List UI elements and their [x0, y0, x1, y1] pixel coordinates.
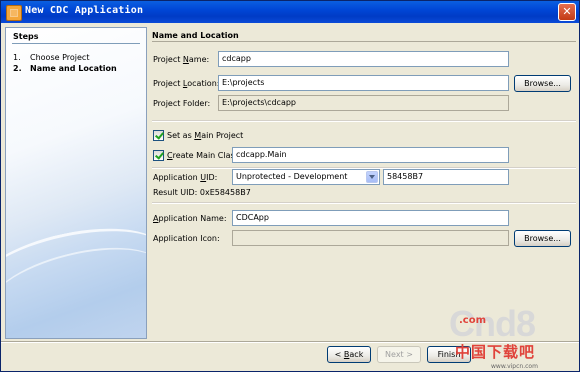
divider: [152, 202, 576, 204]
app-icon: [6, 5, 22, 21]
project-name-field[interactable]: cdcapp: [218, 51, 509, 67]
project-location-label: Project Location:: [153, 79, 220, 88]
application-uid-label: Application UID:: [153, 173, 218, 182]
create-main-class-label: Create Main Class: [167, 151, 239, 160]
application-uid-select[interactable]: Unprotected - Development: [232, 169, 380, 185]
main-class-field[interactable]: cdcapp.Main: [232, 147, 509, 163]
next-button[interactable]: Next >: [377, 346, 421, 363]
project-name-label: Project Name:: [153, 55, 210, 64]
section-title: Name and Location: [152, 31, 239, 40]
back-button[interactable]: < Back: [327, 346, 371, 363]
watermark-url: www.vipcn.com: [491, 363, 538, 370]
content-panel: Name and Location Project Name: cdcapp P…: [148, 27, 577, 339]
application-name-field[interactable]: CDCApp: [232, 210, 509, 226]
step-name-and-location: 2. Name and Location: [13, 64, 117, 73]
set-main-project-checkbox[interactable]: [153, 130, 164, 141]
steps-divider: [12, 43, 140, 44]
result-uid-text: Result UID: 0xE58458B7: [153, 188, 251, 197]
create-main-class-checkbox[interactable]: [153, 150, 164, 161]
watermark-com: .com: [459, 315, 487, 326]
title-bar[interactable]: New CDC Application ✕: [1, 1, 579, 23]
steps-panel: Steps 1. Choose Project 2. Name and Locati…: [5, 27, 147, 339]
watermark-logo: Cnd8 .com 中国下载吧 www.vipcn.com: [449, 301, 577, 371]
chevron-down-icon[interactable]: [366, 171, 378, 183]
browse-location-button[interactable]: Browse...: [514, 75, 571, 92]
section-divider: [152, 41, 576, 42]
steps-title: Steps: [13, 32, 39, 41]
project-location-field[interactable]: E:\projects: [218, 75, 509, 91]
watermark-cn: 中国下载吧: [455, 343, 536, 361]
divider: [152, 120, 576, 122]
step-label: Choose Project: [30, 53, 90, 62]
selected-value: Unprotected - Development: [236, 172, 348, 181]
project-folder-field: E:\projects\cdcapp: [218, 95, 509, 111]
step-choose-project: 1. Choose Project: [13, 53, 89, 62]
application-name-label: Application Name:: [153, 214, 227, 223]
dialog-window: New CDC Application ✕ Steps 1. Choose Pro…: [0, 0, 580, 372]
project-folder-label: Project Folder:: [153, 99, 211, 108]
step-number: 1.: [13, 53, 21, 62]
application-icon-label: Application Icon:: [153, 234, 220, 243]
browse-icon-button[interactable]: Browse...: [514, 230, 571, 247]
step-label: Name and Location: [30, 64, 117, 73]
window-title: New CDC Application: [25, 5, 144, 16]
application-uid-field[interactable]: 58458B7: [383, 169, 509, 185]
set-main-project-label: Set as Main Project: [167, 131, 244, 140]
application-icon-field: [232, 230, 509, 246]
step-number: 2.: [13, 64, 22, 73]
close-button[interactable]: ✕: [558, 3, 576, 21]
